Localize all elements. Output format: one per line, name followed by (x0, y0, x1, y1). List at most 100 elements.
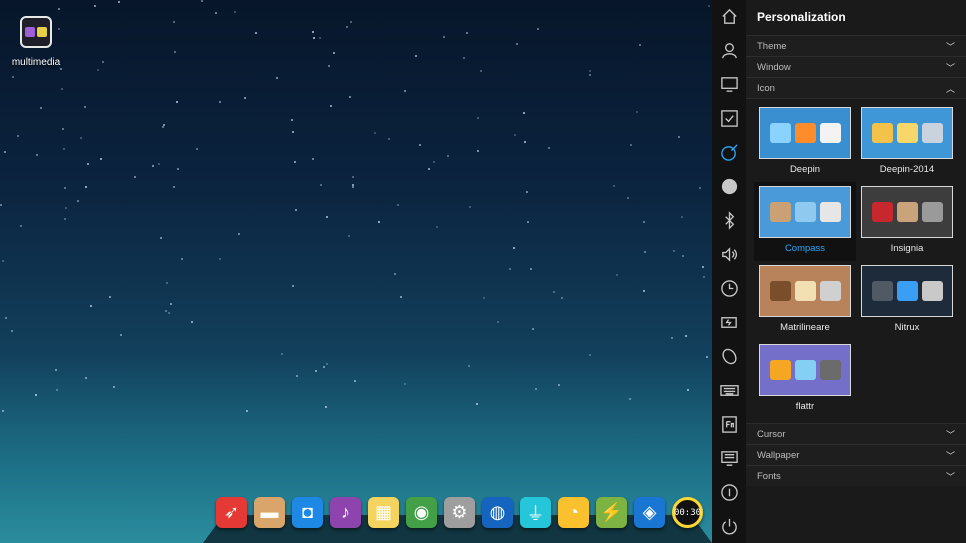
dock-app-usb[interactable]: ⏚ (520, 497, 551, 528)
star (466, 32, 468, 34)
star (523, 112, 525, 114)
nav-network[interactable] (712, 170, 746, 204)
star (291, 119, 293, 121)
star (234, 11, 236, 13)
star (177, 168, 179, 170)
star (558, 384, 560, 386)
nav-account[interactable] (712, 34, 746, 68)
icon-theme-deepin[interactable]: Deepin (754, 103, 856, 182)
dock-app-browser[interactable]: ◉ (406, 497, 437, 528)
section-fonts[interactable]: Fonts ﹀ (746, 465, 966, 486)
section-theme[interactable]: Theme ﹀ (746, 35, 966, 56)
star (312, 31, 314, 33)
nav-display[interactable] (712, 68, 746, 102)
star (60, 68, 62, 70)
star (516, 43, 518, 45)
keyboard-icon (719, 384, 739, 396)
dock-app-network[interactable]: ◍ (482, 497, 513, 528)
star (2, 260, 4, 262)
nav-bluetooth[interactable] (712, 204, 746, 238)
folder-icon (794, 202, 816, 222)
dock-app-settings[interactable]: ⚙ (444, 497, 475, 528)
folder-icon: ▬ (260, 502, 279, 522)
star (497, 321, 499, 323)
nav-personalization[interactable] (712, 136, 746, 170)
star (643, 221, 645, 223)
icon-theme-compass[interactable]: Compass (754, 182, 856, 261)
star (292, 285, 294, 287)
star (181, 258, 183, 260)
star (219, 258, 221, 260)
dock-app-clock[interactable]: 00:30 (672, 497, 703, 528)
icon-theme-preview (759, 265, 851, 317)
star (174, 51, 176, 53)
star (613, 185, 615, 187)
chevron-down-icon: ﹀ (945, 41, 955, 52)
star (553, 291, 555, 293)
trash-icon (921, 202, 943, 222)
nav-datetime[interactable] (712, 272, 746, 306)
star (64, 218, 66, 220)
star (514, 134, 516, 136)
dock-app-music[interactable]: ♪ (330, 497, 361, 528)
nav-shortcuts[interactable] (712, 407, 746, 441)
star (84, 106, 86, 108)
nav-about[interactable] (712, 475, 746, 509)
dock-app-app-store[interactable]: ◘ (292, 497, 323, 528)
star (388, 138, 390, 140)
section-wallpaper[interactable]: Wallpaper ﹀ (746, 444, 966, 465)
dock-app-launcher[interactable]: ➶ (216, 497, 247, 528)
star (509, 268, 511, 270)
star (294, 161, 296, 163)
section-window[interactable]: Window ﹀ (746, 56, 966, 77)
icon-theme-name: Compass (784, 243, 826, 254)
nav-system-info[interactable] (712, 441, 746, 475)
default-apps-icon (720, 110, 738, 128)
nav-sound[interactable] (712, 238, 746, 272)
folder-icon (896, 123, 918, 143)
star (77, 200, 79, 202)
nav-keyboard[interactable] (712, 373, 746, 407)
star (4, 151, 6, 153)
icon-theme-matrilineare[interactable]: Matrilineare (754, 261, 856, 340)
dock-app-video[interactable]: ▦ (368, 497, 399, 528)
desktop-item-multimedia[interactable]: multimedia (8, 16, 64, 70)
icon-theme-name: Matrilineare (780, 322, 830, 333)
dock-app-power[interactable]: ⚡ (596, 497, 627, 528)
star (176, 101, 178, 103)
star (120, 334, 122, 336)
nav-home[interactable] (712, 0, 746, 34)
dock-clock-text: 00:30 (673, 507, 702, 518)
star (671, 337, 673, 339)
star (629, 398, 631, 400)
star (313, 37, 315, 39)
dock-app-file-manager[interactable]: ▬ (254, 497, 285, 528)
icon-theme-flattr[interactable]: flattr (754, 340, 856, 419)
star (483, 297, 485, 299)
star (397, 204, 399, 206)
dock-app-deepin-music[interactable]: ◈ (634, 497, 665, 528)
folder-icon (769, 360, 791, 380)
dock-app-disc[interactable]: ◔ (558, 497, 589, 528)
icon-theme-nitrux[interactable]: Nitrux (856, 261, 958, 340)
icon-theme-insignia[interactable]: Insignia (856, 182, 958, 261)
star (687, 389, 689, 391)
nav-mouse[interactable] (712, 339, 746, 373)
nav-power[interactable] (712, 305, 746, 339)
bluetooth-icon (724, 211, 734, 230)
star (433, 161, 435, 163)
star (11, 330, 13, 332)
section-cursor[interactable]: Cursor ﹀ (746, 423, 966, 444)
chevron-down-icon: ﹀ (945, 450, 955, 461)
star (215, 12, 217, 14)
nav-default-apps[interactable] (712, 102, 746, 136)
star (61, 88, 63, 90)
star (152, 165, 154, 167)
mouse-icon (721, 348, 737, 365)
section-icon[interactable]: Icon ︿ (746, 77, 966, 98)
icon-theme-deepin-2014[interactable]: Deepin-2014 (856, 103, 958, 182)
star (333, 52, 335, 54)
nav-shutdown[interactable] (712, 509, 746, 543)
network-icon (721, 179, 737, 195)
star (295, 209, 297, 211)
